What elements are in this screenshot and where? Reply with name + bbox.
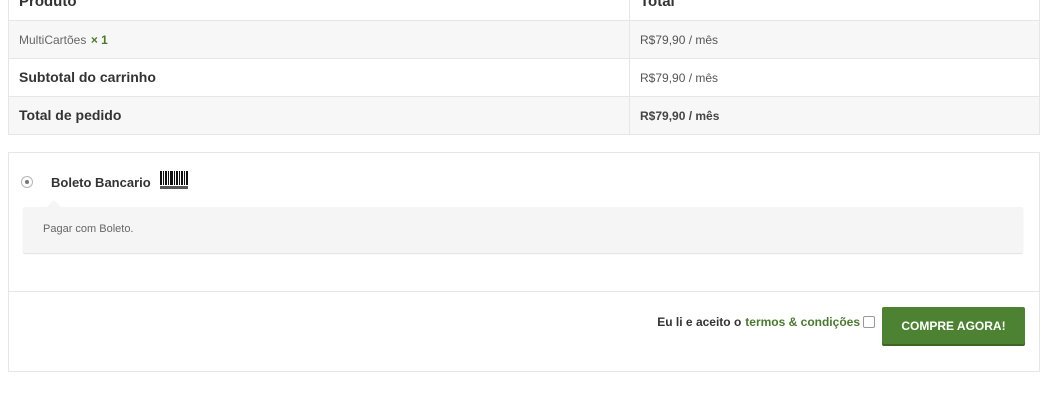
total-header: Total <box>629 0 1040 21</box>
payment-method-label[interactable]: Boleto Bancario <box>51 175 151 190</box>
item-quantity: × 1 <box>90 32 108 47</box>
product-header: Produto <box>8 0 630 21</box>
section-divider <box>9 291 1039 292</box>
order-total-label: Total de pedido <box>19 106 122 123</box>
terms-checkbox[interactable] <box>863 316 875 328</box>
payment-section: Boleto Bancario Pagar com Boleto. Eu li … <box>8 152 1040 372</box>
subtotal-label: Subtotal do carrinho <box>19 68 156 85</box>
subtotal-row: Subtotal do carrinho R$79,90 / mês <box>8 58 1040 97</box>
subtotal-amount: R$79,90 <box>640 70 686 85</box>
table-header-row: Produto Total <box>8 0 1040 21</box>
order-review-table: Produto Total MultiCartões × 1 R$79,90 /… <box>8 0 1040 135</box>
subtotal-amount-cell: R$79,90 / mês <box>629 58 1040 97</box>
payment-method-boleto[interactable]: Boleto Bancario <box>21 169 189 195</box>
item-name: MultiCartões <box>19 32 87 47</box>
subtotal-label-cell: Subtotal do carrinho <box>8 58 630 97</box>
order-total-period: / mês <box>685 108 720 123</box>
order-total-row: Total de pedido R$79,90 / mês <box>8 96 1040 135</box>
barcode-icon <box>158 169 189 195</box>
item-amount: R$79,90 <box>640 32 686 47</box>
order-total-amount: R$79,90 <box>640 108 686 123</box>
payment-description-box: Pagar com Boleto. <box>23 200 1023 253</box>
total-amount-cell: R$79,90 / mês <box>629 96 1040 135</box>
payment-description: Pagar com Boleto. <box>43 223 134 235</box>
item-cell: MultiCartões × 1 <box>8 20 630 59</box>
item-period: / mês <box>685 32 719 47</box>
terms-link[interactable]: termos & condições <box>745 315 860 329</box>
cart-item-row: MultiCartões × 1 R$79,90 / mês <box>8 20 1040 59</box>
buy-now-button[interactable]: COMPRE AGORA! <box>882 307 1025 344</box>
total-label-cell: Total de pedido <box>8 96 630 135</box>
terms-agreement: Eu li e aceito o termos & condições <box>657 315 875 329</box>
terms-prefix: Eu li e aceito o <box>657 315 742 329</box>
subtotal-period: / mês <box>685 70 719 85</box>
item-total-cell: R$79,90 / mês <box>629 20 1040 59</box>
payment-method-radio[interactable] <box>21 176 33 188</box>
